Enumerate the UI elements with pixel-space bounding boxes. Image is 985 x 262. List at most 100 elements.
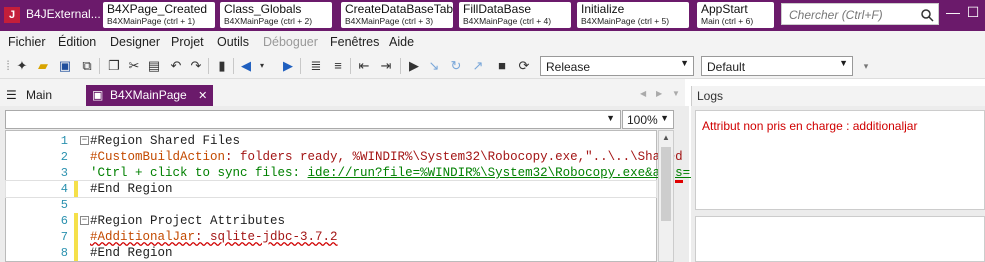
log-message: Attribut non pris en charge : additional… — [702, 119, 918, 133]
forward-icon[interactable]: ▶ — [280, 58, 296, 74]
line-number: 3 — [60, 166, 68, 180]
quick-tab-initialize[interactable]: Initialize B4XMainPage (ctrl + 5) — [577, 2, 689, 28]
search-icon[interactable] — [920, 8, 934, 22]
menu-fenetres[interactable]: Fenêtres — [330, 35, 379, 49]
toolbar-overflow-icon[interactable]: ▾ — [858, 58, 874, 74]
toolbar-separator — [350, 58, 351, 74]
menu-projet[interactable]: Projet — [171, 35, 204, 49]
stop-icon[interactable]: ■ — [494, 58, 510, 74]
quick-tab-class-globals[interactable]: Class_Globals B4XMainPage (ctrl + 2) — [220, 2, 332, 28]
new-file-icon[interactable]: ✦ — [14, 58, 30, 74]
code-text: #AdditionalJar: sqlite-jdbc-3.7.2 — [90, 230, 338, 244]
uncomment-icon[interactable]: ≡ — [330, 58, 346, 74]
minimize-button[interactable]: — — [944, 4, 962, 20]
tab-b4xmainpage[interactable]: ▣ B4XMainPage ✕ — [86, 85, 214, 106]
tab-main[interactable]: ☰ Main — [6, 85, 52, 106]
app-title: B4JExternal... — [26, 7, 101, 21]
tab-list-icon[interactable]: ▼ — [672, 89, 680, 98]
logs-header: Logs — [691, 86, 985, 106]
line-number: 1 — [60, 134, 68, 148]
menu-fichier[interactable]: Fichier — [8, 35, 46, 49]
bookmark-icon[interactable]: ▮ — [214, 58, 230, 74]
code-line[interactable]: 3 'Ctrl + click to sync files: ide://run… — [6, 165, 705, 181]
back-icon[interactable]: ◀ — [238, 58, 254, 74]
line-number: 7 — [60, 230, 68, 244]
toolbar-separator — [99, 58, 100, 74]
menu-designer[interactable]: Designer — [110, 35, 160, 49]
vertical-scrollbar[interactable]: ▲ — [658, 130, 674, 262]
logs-output[interactable]: Attribut non pris en charge : additional… — [695, 110, 985, 210]
sync-files-link[interactable]: ide://run?file=%WINDIR%\System32\Robocop… — [308, 166, 706, 180]
grip-icon: ⁞ — [6, 58, 10, 73]
menu-aide[interactable]: Aide — [389, 35, 414, 49]
quick-tab-create-database-tab[interactable]: CreateDataBaseTab B4XMainPage (ctrl + 3) — [341, 2, 453, 28]
code-line[interactable]: 8 #End Region — [6, 245, 656, 261]
line-number: 6 — [60, 214, 68, 228]
restart-icon[interactable]: ⟳ — [516, 58, 532, 74]
toolbar: ⁞ ✦ ▰ ▣ ⧉ ❐ ✂ ▤ ↶ ↷ ▮ ◀ ▾ ▶ ≣ ≡ ⇤ ⇥ ▶ ↘ … — [0, 53, 985, 79]
change-marker — [74, 229, 78, 245]
chevron-down-icon: ▼ — [606, 113, 615, 123]
run-icon[interactable]: ▶ — [406, 58, 422, 74]
menu-outils[interactable]: Outils — [217, 35, 249, 49]
app-icon: J — [4, 7, 20, 23]
code-text: #Region Shared Files — [90, 134, 241, 148]
code-line[interactable]: 2 #CustomBuildAction: folders ready, %WI… — [6, 149, 698, 165]
close-tab-icon[interactable]: ✕ — [190, 90, 207, 102]
menu-bar: Fichier Édition Designer Projet Outils D… — [0, 31, 985, 53]
line-number: 8 — [60, 246, 68, 260]
code-line[interactable]: 1 − #Region Shared Files — [6, 133, 656, 149]
logs-secondary-area[interactable] — [695, 216, 985, 262]
quick-tab-app-start[interactable]: AppStart Main (ctrl + 6) — [697, 2, 774, 28]
build-target-select[interactable]: Default ▼ — [701, 56, 853, 76]
paste-icon[interactable]: ▤ — [146, 58, 162, 74]
back-dropdown-icon[interactable]: ▾ — [254, 58, 270, 74]
build-config-select[interactable]: Release ▼ — [540, 56, 694, 76]
code-line[interactable]: 5 — [6, 197, 656, 213]
logs-title: Logs — [697, 89, 724, 103]
scroll-tabs-left-icon[interactable]: ◀ — [640, 89, 646, 98]
scroll-up-icon[interactable]: ▲ — [662, 133, 670, 142]
menu-edition[interactable]: Édition — [58, 35, 96, 49]
line-number: 2 — [60, 150, 68, 164]
zoom-select[interactable]: 100% ▼ — [622, 110, 674, 129]
toolbar-separator — [233, 58, 234, 74]
chevron-down-icon: ▼ — [839, 58, 848, 68]
copy-icon[interactable]: ❐ — [106, 58, 122, 74]
indent-icon[interactable]: ⇥ — [378, 58, 394, 74]
save-all-icon[interactable]: ⧉ — [79, 58, 95, 74]
toolbar-separator — [300, 58, 301, 74]
chevron-down-icon: ▼ — [680, 58, 689, 68]
fold-toggle-icon[interactable]: − — [80, 216, 89, 225]
search-input[interactable]: Chercher (Ctrl+F) — [781, 3, 939, 25]
undo-icon[interactable]: ↶ — [168, 58, 184, 74]
scroll-tabs-right-icon[interactable]: ▶ — [656, 89, 662, 98]
build-target-value: Default — [707, 60, 746, 74]
code-line-current[interactable]: 4 #End Region — [5, 180, 657, 198]
menu-deboguer[interactable]: Déboguer — [263, 35, 318, 49]
code-line[interactable]: 7 #AdditionalJar: sqlite-jdbc-3.7.2 — [6, 229, 656, 245]
code-editor[interactable]: 1 − #Region Shared Files 2 #CustomBuildA… — [5, 130, 705, 262]
step-out-icon: ↗ — [472, 58, 484, 73]
fold-toggle-icon[interactable]: − — [80, 136, 89, 145]
maximize-button[interactable]: ☐ — [964, 4, 982, 21]
open-folder-icon[interactable]: ▰ — [35, 58, 51, 74]
save-icon[interactable]: ▣ — [57, 58, 73, 74]
toolbar-separator — [208, 58, 209, 74]
redo-icon[interactable]: ↷ — [188, 58, 204, 74]
build-config-value: Release — [546, 60, 591, 74]
line-number: 5 — [60, 198, 68, 212]
scrollbar-thumb[interactable] — [661, 147, 671, 221]
zoom-value: 100% — [627, 113, 658, 127]
comment-icon[interactable]: ≣ — [308, 58, 324, 74]
quick-tab-fill-database[interactable]: FillDataBase B4XMainPage (ctrl + 4) — [459, 2, 571, 28]
search-placeholder: Chercher (Ctrl+F) — [789, 8, 883, 22]
module-icon: ▣ — [92, 88, 104, 102]
cut-icon[interactable]: ✂ — [126, 58, 142, 74]
outdent-icon[interactable]: ⇤ — [356, 58, 372, 74]
quick-tab-b4xpage-created[interactable]: B4XPage_Created B4XMainPage (ctrl + 1) — [103, 2, 215, 28]
sub-filter-select[interactable]: ▼ — [5, 110, 621, 129]
error-marker[interactable] — [675, 180, 683, 183]
code-text: #Region Project Attributes — [90, 214, 286, 228]
code-line[interactable]: 6 − #Region Project Attributes — [6, 213, 656, 229]
